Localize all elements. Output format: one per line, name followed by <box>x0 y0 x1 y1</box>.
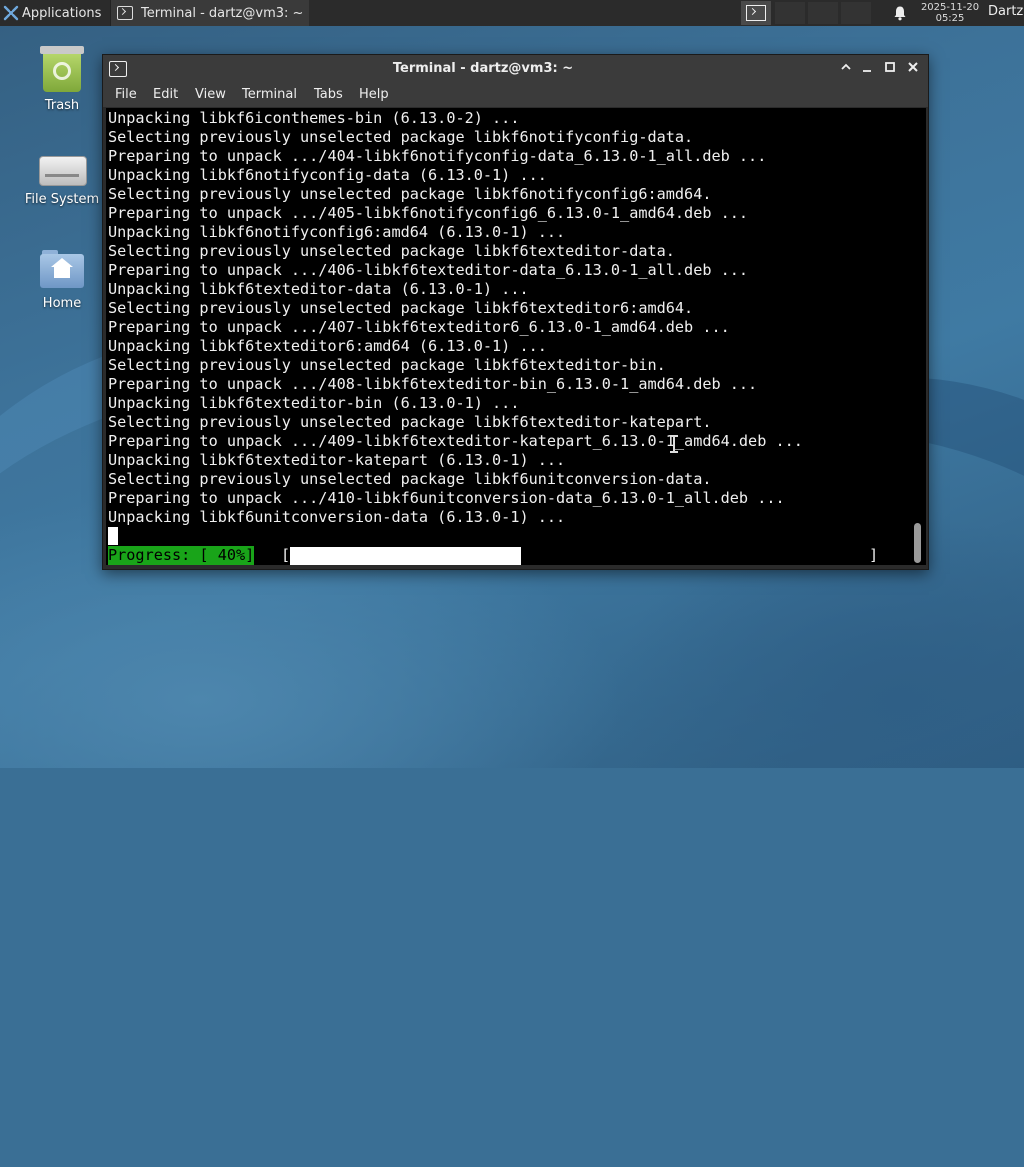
menu-terminal[interactable]: Terminal <box>242 87 297 102</box>
terminal-line: Unpacking libkf6texteditor6:amd64 (6.13.… <box>108 337 547 355</box>
desktop-icon-label: Trash <box>44 98 80 113</box>
workspace-4-button[interactable] <box>841 2 871 24</box>
taskbar-terminal-label: Terminal - dartz@vm3: ~ <box>141 5 304 21</box>
clock[interactable]: 2025-11-20 05:25 <box>918 2 982 24</box>
scrollbar-thumb[interactable] <box>914 523 921 563</box>
window-titlebar[interactable]: Terminal - dartz@vm3: ~ <box>103 55 928 83</box>
terminal-line: Preparing to unpack .../410-libkf6unitco… <box>108 489 785 507</box>
applications-menu-button[interactable]: Applications <box>0 0 108 26</box>
notification-bell-icon[interactable] <box>892 5 908 21</box>
minimize-button[interactable] <box>858 60 876 78</box>
text-cursor <box>108 527 118 545</box>
terminal-line: Unpacking libkf6texteditor-katepart (6.1… <box>108 451 566 469</box>
menu-bar: File Edit View Terminal Tabs Help <box>103 83 928 107</box>
close-button[interactable] <box>904 60 922 78</box>
terminal-icon <box>117 6 133 20</box>
terminal-line: Preparing to unpack .../405-libkf6notify… <box>108 204 749 222</box>
progress-label: Progress: [ 40%] <box>108 546 255 565</box>
terminal-window: Terminal - dartz@vm3: ~ File Edit View T… <box>102 54 929 570</box>
minimize-icon <box>863 70 871 72</box>
desktop-icon-label: File System <box>24 192 100 207</box>
window-title: Terminal - dartz@vm3: ~ <box>392 61 574 76</box>
trash-icon <box>40 46 84 92</box>
terminal-line: Preparing to unpack .../408-libkf6texted… <box>108 375 758 393</box>
taskbar-terminal-button[interactable]: Terminal - dartz@vm3: ~ <box>110 0 309 26</box>
applications-label: Applications <box>22 5 102 21</box>
menu-tabs[interactable]: Tabs <box>314 87 343 102</box>
terminal-line: Preparing to unpack .../407-libkf6texted… <box>108 318 730 336</box>
clock-date: 2025-11-20 <box>920 2 980 13</box>
terminal-icon <box>746 5 766 21</box>
terminal-line: Selecting previously unselected package … <box>108 128 694 146</box>
user-menu[interactable]: Dartz <box>988 4 1023 19</box>
terminal-lines: Unpacking libkf6iconthemes-bin (6.13.0-2… <box>108 109 803 527</box>
terminal-line: Unpacking libkf6unitconversion-data (6.1… <box>108 508 566 526</box>
terminal-line: Unpacking libkf6iconthemes-bin (6.13.0-2… <box>108 109 520 127</box>
desktop-icon-home[interactable]: Home <box>17 250 107 311</box>
terminal-line: Selecting previously unselected package … <box>108 413 712 431</box>
close-icon <box>908 62 918 72</box>
menu-help[interactable]: Help <box>359 87 389 102</box>
terminal-line: Preparing to unpack .../404-libkf6notify… <box>108 147 767 165</box>
terminal-line: Selecting previously unselected package … <box>108 242 675 260</box>
terminal-line: Selecting previously unselected package … <box>108 185 712 203</box>
terminal-line: Selecting previously unselected package … <box>108 356 666 374</box>
progress-bar-fill <box>290 547 521 565</box>
shade-button[interactable] <box>837 60 855 78</box>
desktop-icon-filesystem[interactable]: File System <box>17 150 107 207</box>
clock-time: 05:25 <box>935 13 965 24</box>
xfce-logo-icon <box>3 5 19 21</box>
top-panel: Applications Terminal - dartz@vm3: ~ 202… <box>0 0 1024 26</box>
menu-view[interactable]: View <box>195 87 226 102</box>
terminal-output[interactable]: Unpacking libkf6iconthemes-bin (6.13.0-2… <box>106 108 910 565</box>
ibeam-cursor-icon <box>670 435 678 453</box>
desktop-icon-label: Home <box>42 296 82 311</box>
terminal-line: Unpacking libkf6notifyconfig6:amd64 (6.1… <box>108 223 566 241</box>
desktop-icon-trash[interactable]: Trash <box>17 46 107 113</box>
terminal-line: Unpacking libkf6texteditor-data (6.13.0-… <box>108 280 529 298</box>
terminal-line: Preparing to unpack .../409-libkf6texted… <box>108 432 803 450</box>
workspace-2-button[interactable] <box>775 2 805 24</box>
chevron-up-icon <box>841 63 851 70</box>
terminal-line: Unpacking libkf6notifyconfig-data (6.13.… <box>108 166 547 184</box>
progress-bracket-close: ] <box>869 546 879 564</box>
terminal-line: Selecting previously unselected package … <box>108 470 712 488</box>
progress-bracket-open: [ <box>281 546 291 564</box>
terminal-line: Selecting previously unselected package … <box>108 299 694 317</box>
workspace-3-button[interactable] <box>808 2 838 24</box>
hard-drive-icon <box>39 150 87 186</box>
scrollbar[interactable] <box>910 108 926 565</box>
menu-edit[interactable]: Edit <box>153 87 178 102</box>
maximize-icon <box>885 62 895 72</box>
workspace-1-button[interactable] <box>741 1 771 25</box>
terminal-line: Unpacking libkf6texteditor-bin (6.13.0-1… <box>108 394 520 412</box>
terminal-line: Preparing to unpack .../406-libkf6texted… <box>108 261 749 279</box>
menu-file[interactable]: File <box>115 87 137 102</box>
home-folder-icon <box>40 250 84 290</box>
maximize-button[interactable] <box>881 60 899 78</box>
